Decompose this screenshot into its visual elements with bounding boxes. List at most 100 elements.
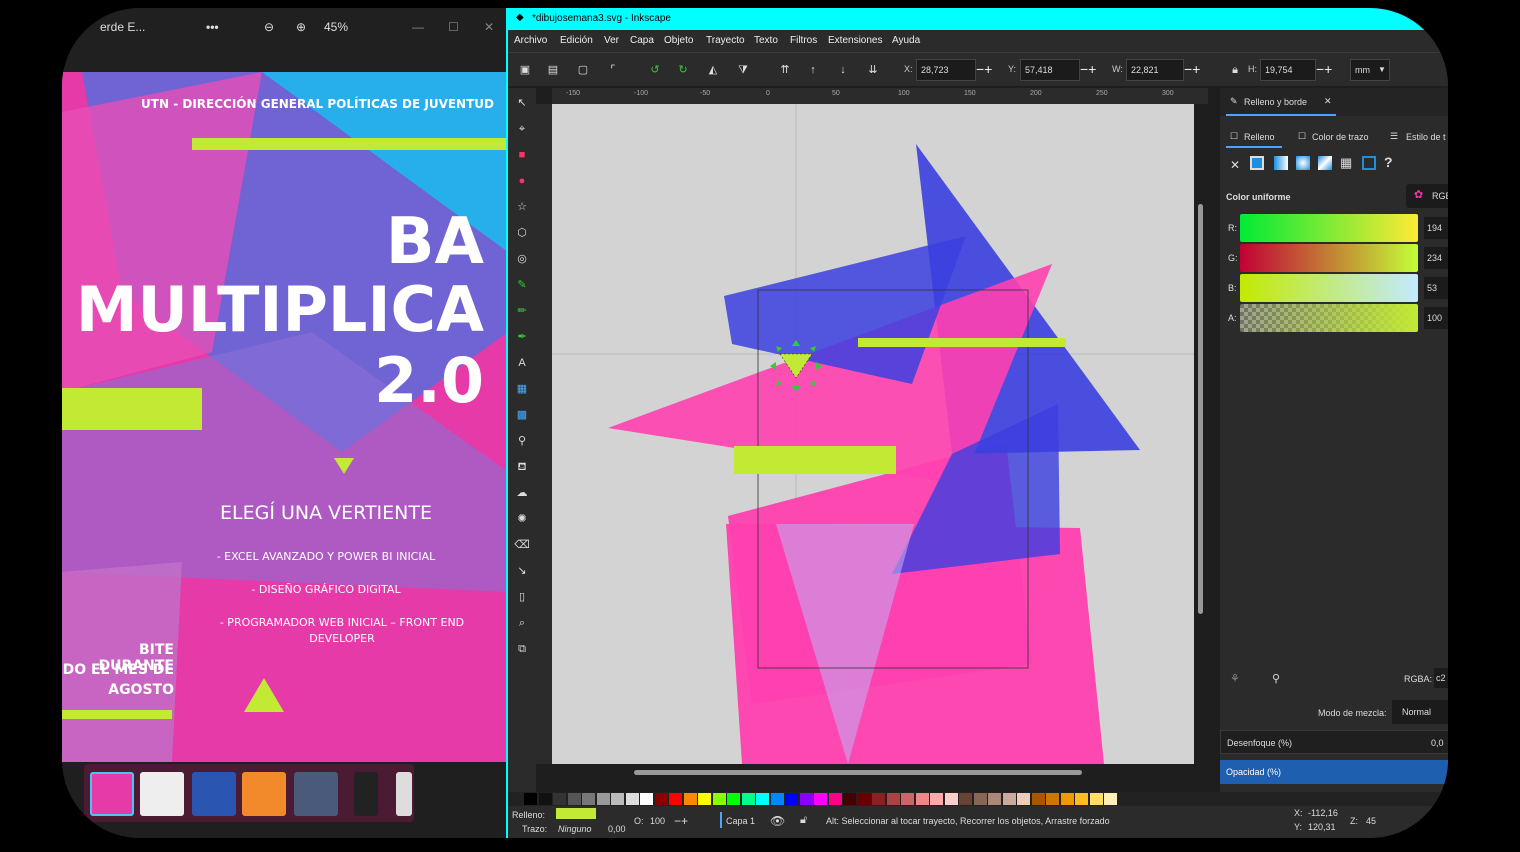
palette-swatch[interactable] (1089, 793, 1103, 805)
g-slider[interactable] (1240, 244, 1418, 272)
palette-swatch[interactable] (756, 793, 769, 805)
fill-swatch[interactable] (556, 808, 596, 819)
unset-paint-icon[interactable]: ? (1384, 154, 1393, 170)
node-tool-icon[interactable]: ⌖ (513, 120, 531, 138)
select-all-icon[interactable]: ▣ (516, 61, 534, 79)
stroke-width[interactable]: 0,00 (608, 824, 626, 834)
layer-name[interactable]: Capa 1 (726, 816, 755, 826)
tweak-tool-icon[interactable]: ☁ (513, 484, 531, 502)
raise-top-icon[interactable]: ⇈ (776, 61, 794, 79)
g-value[interactable]: 234 (1424, 247, 1448, 269)
palette-swatch[interactable] (1075, 793, 1088, 805)
star-tool-icon[interactable]: ☆ (513, 198, 531, 216)
swatch-icon[interactable] (1362, 156, 1376, 170)
vertical-scrollbar[interactable] (1198, 204, 1203, 614)
lock-layer-icon[interactable]: 🔓︎ (800, 814, 807, 827)
lock-icon[interactable]: 🔒︎ (1226, 61, 1244, 79)
a-slider[interactable] (1240, 304, 1418, 332)
x-field[interactable]: 28,723 (916, 59, 976, 81)
raise-icon[interactable]: ↑ (804, 61, 822, 79)
palette-swatch[interactable] (857, 793, 871, 805)
palette-swatch[interactable] (785, 793, 798, 805)
lower-icon[interactable]: ↓ (834, 61, 852, 79)
b-slider[interactable] (1240, 274, 1418, 302)
w-field[interactable]: 22,821 (1126, 59, 1184, 81)
spiral-tool-icon[interactable]: ◎ (513, 250, 531, 268)
color-mode-select[interactable]: ✿ RGB (1406, 184, 1448, 208)
w-stepper[interactable]: −+ (1184, 61, 1200, 77)
palette-swatch[interactable] (654, 793, 668, 805)
thumbnail[interactable] (192, 772, 236, 816)
blend-mode-select[interactable]: Normal (1392, 700, 1448, 724)
zoom-out-icon[interactable]: ⊖ (264, 20, 274, 34)
minimize-button[interactable]: — (412, 20, 424, 34)
palette-swatch[interactable] (1046, 793, 1059, 805)
ellipse-tool-icon[interactable]: ● (513, 172, 531, 190)
palette-swatch[interactable] (944, 793, 958, 805)
menu-edicion[interactable]: Edición (560, 35, 593, 46)
opacity-stepper[interactable]: −+ (674, 814, 688, 828)
palette-swatch[interactable] (886, 793, 900, 805)
menu-ver[interactable]: Ver (604, 35, 619, 46)
palette-swatch[interactable] (799, 793, 813, 805)
menu-filtros[interactable]: Filtros (790, 35, 817, 46)
spray-tool-icon[interactable]: ✺ (513, 510, 531, 528)
flip-vertical-icon[interactable]: ⧩ (734, 61, 752, 79)
tab-fill[interactable]: ☐ Relleno (1226, 124, 1282, 148)
tab-stroke-color[interactable]: ☐ Color de trazo (1298, 124, 1384, 148)
flip-horizontal-icon[interactable]: ◭ (704, 61, 722, 79)
gradient-tool-icon[interactable]: ▦ (513, 380, 531, 398)
zoom-in-icon[interactable]: ⊕ (296, 20, 306, 34)
color-managed-icon[interactable]: ⚘ (1230, 672, 1240, 685)
panel-tab-title[interactable]: Relleno y borde (1244, 97, 1307, 107)
shape-lime-bar[interactable] (858, 338, 1066, 347)
palette-swatch[interactable] (538, 793, 552, 805)
rotate-ccw-icon[interactable]: ↺ (646, 61, 664, 79)
opacity-row[interactable]: Opacidad (%) (1220, 760, 1448, 784)
palette-swatch[interactable] (915, 793, 929, 805)
h-stepper[interactable]: −+ (1316, 61, 1332, 77)
paint-bucket-tool-icon[interactable]: ⛾ (513, 458, 531, 476)
palette-swatch[interactable] (553, 793, 566, 805)
thumbnail[interactable] (396, 772, 412, 816)
palette-swatch[interactable] (741, 793, 755, 805)
palette-swatch[interactable] (567, 793, 581, 805)
palette-swatch[interactable] (959, 793, 972, 805)
thumbnail[interactable] (294, 772, 338, 816)
y-field[interactable]: 57,418 (1020, 59, 1080, 81)
text-tool-icon[interactable]: A (513, 354, 531, 372)
palette-swatch[interactable] (698, 793, 711, 805)
opacity-status-value[interactable]: 100 (650, 816, 665, 826)
palette-swatch[interactable] (828, 793, 842, 805)
flat-color-icon[interactable] (1250, 156, 1264, 170)
menu-extensiones[interactable]: Extensiones (828, 35, 882, 46)
palette-swatch[interactable] (1002, 793, 1016, 805)
pages-tool-icon[interactable]: ▯ (513, 588, 531, 606)
palette-swatch[interactable] (973, 793, 987, 805)
b-value[interactable]: 53 (1424, 277, 1448, 299)
tab-stroke-style[interactable]: ☰ Estilo de t (1390, 124, 1448, 148)
palette-swatch[interactable] (901, 793, 914, 805)
thumbnail[interactable] (242, 772, 286, 816)
thumbnail[interactable] (140, 772, 184, 816)
linear-gradient-icon[interactable] (1274, 156, 1288, 170)
palette-swatch[interactable] (988, 793, 1001, 805)
palette-swatch[interactable] (814, 793, 827, 805)
palette-swatch[interactable] (712, 793, 726, 805)
radial-gradient-icon[interactable] (1296, 156, 1310, 170)
palette-swatch[interactable] (1031, 793, 1045, 805)
drawing-canvas[interactable] (552, 104, 1194, 764)
menu-texto[interactable]: Texto (754, 35, 778, 46)
palette-swatch[interactable] (1104, 793, 1117, 805)
a-value[interactable]: 100 (1424, 307, 1448, 329)
more-options-button[interactable]: ••• (206, 20, 219, 34)
pencil-tool-icon[interactable]: ✏ (513, 302, 531, 320)
shape-lime-rect[interactable] (734, 446, 896, 474)
palette-swatch[interactable] (640, 793, 653, 805)
select-all-layers-icon[interactable]: ▤ (544, 61, 562, 79)
connector-tool-icon[interactable]: ↘ (513, 562, 531, 580)
dropper-tool-icon[interactable]: ⚲ (513, 432, 531, 450)
palette-swatch[interactable] (683, 793, 697, 805)
zoom-tool-icon[interactable]: ⌕ (513, 614, 531, 632)
h-field[interactable]: 19,754 (1260, 59, 1316, 81)
